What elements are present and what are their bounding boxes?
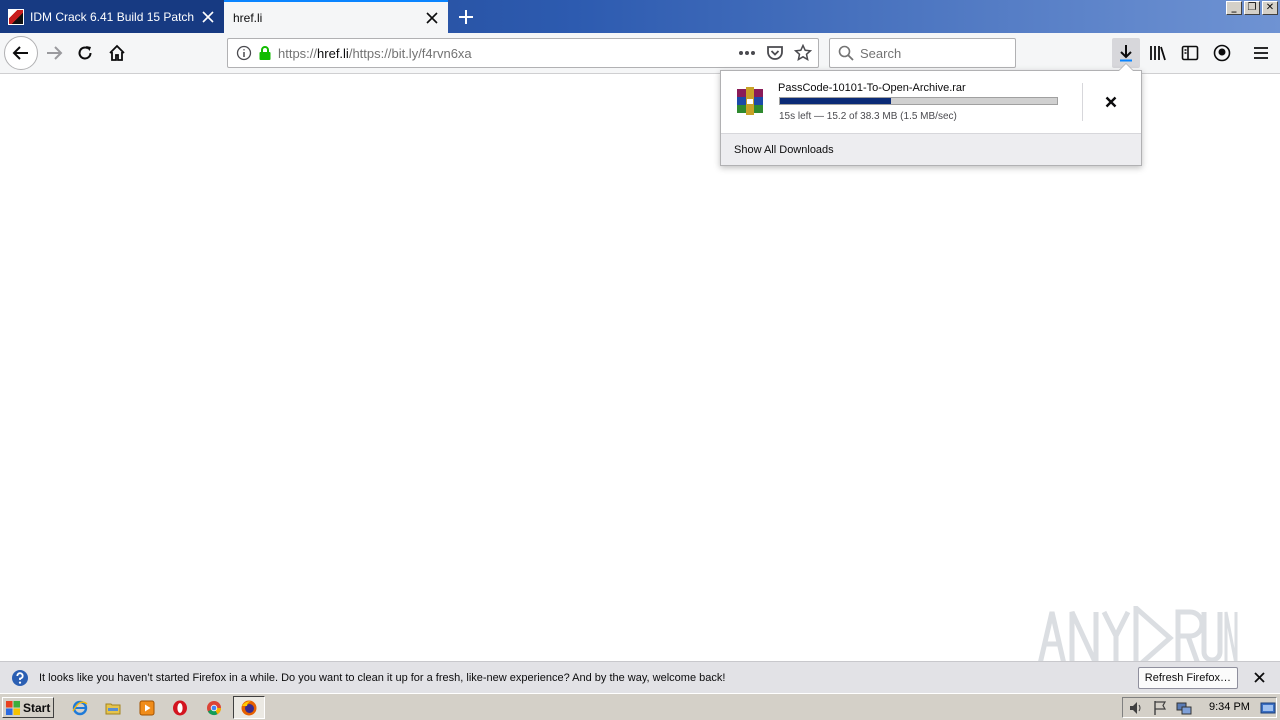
speaker-icon[interactable] bbox=[1128, 700, 1144, 716]
cancel-download-button[interactable] bbox=[1098, 89, 1124, 115]
navigation-toolbar: https://href.li/https://bit.ly/f4rvn6xa bbox=[0, 33, 1280, 74]
menu-button[interactable] bbox=[1245, 37, 1277, 69]
start-label: Start bbox=[23, 700, 51, 715]
close-icon bbox=[1105, 96, 1117, 108]
search-bar[interactable] bbox=[829, 38, 1016, 68]
refresh-firefox-button[interactable]: Refresh Firefox… bbox=[1137, 666, 1238, 689]
start-button[interactable]: Start bbox=[2, 697, 54, 718]
windows-logo-icon bbox=[6, 700, 20, 715]
tab-title: href.li bbox=[233, 10, 263, 25]
show-all-downloads-button[interactable]: Show All Downloads bbox=[734, 144, 834, 156]
forward-button[interactable] bbox=[38, 37, 70, 69]
downloads-panel: PassCode-10101-To-Open-Archive.rar 15s l… bbox=[720, 70, 1142, 166]
search-input[interactable] bbox=[860, 45, 1000, 61]
search-icon bbox=[838, 45, 854, 61]
action-center-flag-icon[interactable] bbox=[1152, 700, 1168, 716]
sidebar-icon bbox=[1181, 45, 1199, 61]
account-button[interactable] bbox=[1206, 37, 1238, 69]
site-favicon-icon bbox=[8, 8, 24, 25]
refresh-firefox-notification: It looks like you haven’t started Firefo… bbox=[0, 661, 1280, 693]
download-progress-bar bbox=[779, 97, 1058, 105]
hamburger-menu-icon bbox=[1254, 47, 1268, 59]
restore-button[interactable]: ❐ bbox=[1244, 1, 1260, 15]
download-progress-fill bbox=[780, 98, 891, 104]
chrome-icon[interactable] bbox=[204, 698, 224, 718]
download-arrow-icon bbox=[1120, 45, 1132, 62]
firefox-icon[interactable] bbox=[239, 698, 259, 718]
sidebar-toggle-button[interactable] bbox=[1174, 37, 1206, 69]
home-icon bbox=[109, 44, 125, 61]
reload-button[interactable] bbox=[69, 37, 101, 69]
pocket-icon[interactable] bbox=[766, 45, 784, 61]
lock-icon[interactable] bbox=[258, 45, 272, 61]
url-text[interactable]: https://href.li/https://bit.ly/f4rvn6xa bbox=[278, 46, 738, 61]
home-button[interactable] bbox=[101, 37, 133, 69]
library-icon bbox=[1150, 46, 1166, 61]
download-item[interactable]: PassCode-10101-To-Open-Archive.rar 15s l… bbox=[721, 71, 1141, 133]
show-desktop-icon[interactable] bbox=[1260, 700, 1276, 716]
arrow-left-icon bbox=[12, 46, 28, 60]
notification-message: It looks like you haven’t started Firefo… bbox=[39, 671, 726, 684]
divider bbox=[1082, 83, 1083, 121]
tab-idm-crack[interactable]: IDM Crack 6.41 Build 15 Patch + Se bbox=[0, 0, 224, 33]
network-icon[interactable] bbox=[1176, 700, 1192, 716]
downloads-panel-arrow-fill bbox=[1119, 64, 1133, 71]
close-window-button[interactable]: ✕ bbox=[1262, 1, 1278, 15]
tab-close-icon[interactable] bbox=[196, 5, 220, 29]
back-button[interactable] bbox=[4, 36, 38, 70]
file-explorer-icon[interactable] bbox=[103, 698, 123, 718]
close-icon bbox=[1253, 672, 1265, 683]
restore-icon: ❐ bbox=[1247, 2, 1257, 13]
new-tab-button[interactable] bbox=[452, 4, 480, 30]
download-status: 15s left — 15.2 of 38.3 MB (1.5 MB/sec) bbox=[779, 111, 957, 122]
tab-strip: IDM Crack 6.41 Build 15 Patch + Se href.… bbox=[0, 0, 1280, 33]
info-icon[interactable] bbox=[236, 45, 252, 61]
internet-explorer-icon[interactable] bbox=[70, 698, 90, 718]
downloads-footer[interactable]: Show All Downloads bbox=[721, 133, 1141, 165]
reload-icon bbox=[78, 46, 92, 60]
window-controls: _ ❐ ✕ bbox=[1226, 1, 1278, 15]
tab-href-li[interactable]: href.li bbox=[224, 0, 448, 33]
notification-close-button[interactable] bbox=[1248, 667, 1270, 689]
plus-icon bbox=[459, 10, 473, 24]
close-icon: ✕ bbox=[1265, 2, 1275, 13]
page-actions-icon[interactable] bbox=[738, 50, 756, 56]
opera-icon[interactable] bbox=[170, 698, 190, 718]
download-filename: PassCode-10101-To-Open-Archive.rar bbox=[778, 82, 966, 94]
tab-close-icon[interactable] bbox=[420, 6, 444, 30]
minimize-icon: _ bbox=[1231, 2, 1237, 13]
windows-taskbar: Start 9:34 PM bbox=[0, 693, 1280, 720]
url-bar[interactable]: https://href.li/https://bit.ly/f4rvn6xa bbox=[227, 38, 819, 68]
media-player-icon[interactable] bbox=[137, 698, 157, 718]
system-tray bbox=[1122, 697, 1277, 718]
url-host: href.li bbox=[317, 45, 349, 61]
bookmark-star-icon[interactable] bbox=[794, 44, 812, 62]
rar-archive-icon bbox=[737, 87, 763, 115]
minimize-button[interactable]: _ bbox=[1226, 1, 1242, 15]
firefox-account-icon bbox=[1213, 44, 1231, 62]
url-scheme: https:// bbox=[278, 45, 318, 61]
tab-title: IDM Crack 6.41 Build 15 Patch + Se bbox=[30, 9, 196, 24]
arrow-right-icon bbox=[47, 46, 63, 60]
question-icon bbox=[12, 669, 28, 686]
library-button[interactable] bbox=[1142, 37, 1174, 69]
url-path: /https://bit.ly/f4rvn6xa bbox=[348, 45, 472, 61]
taskbar-clock[interactable]: 9:34 PM bbox=[1209, 701, 1250, 713]
